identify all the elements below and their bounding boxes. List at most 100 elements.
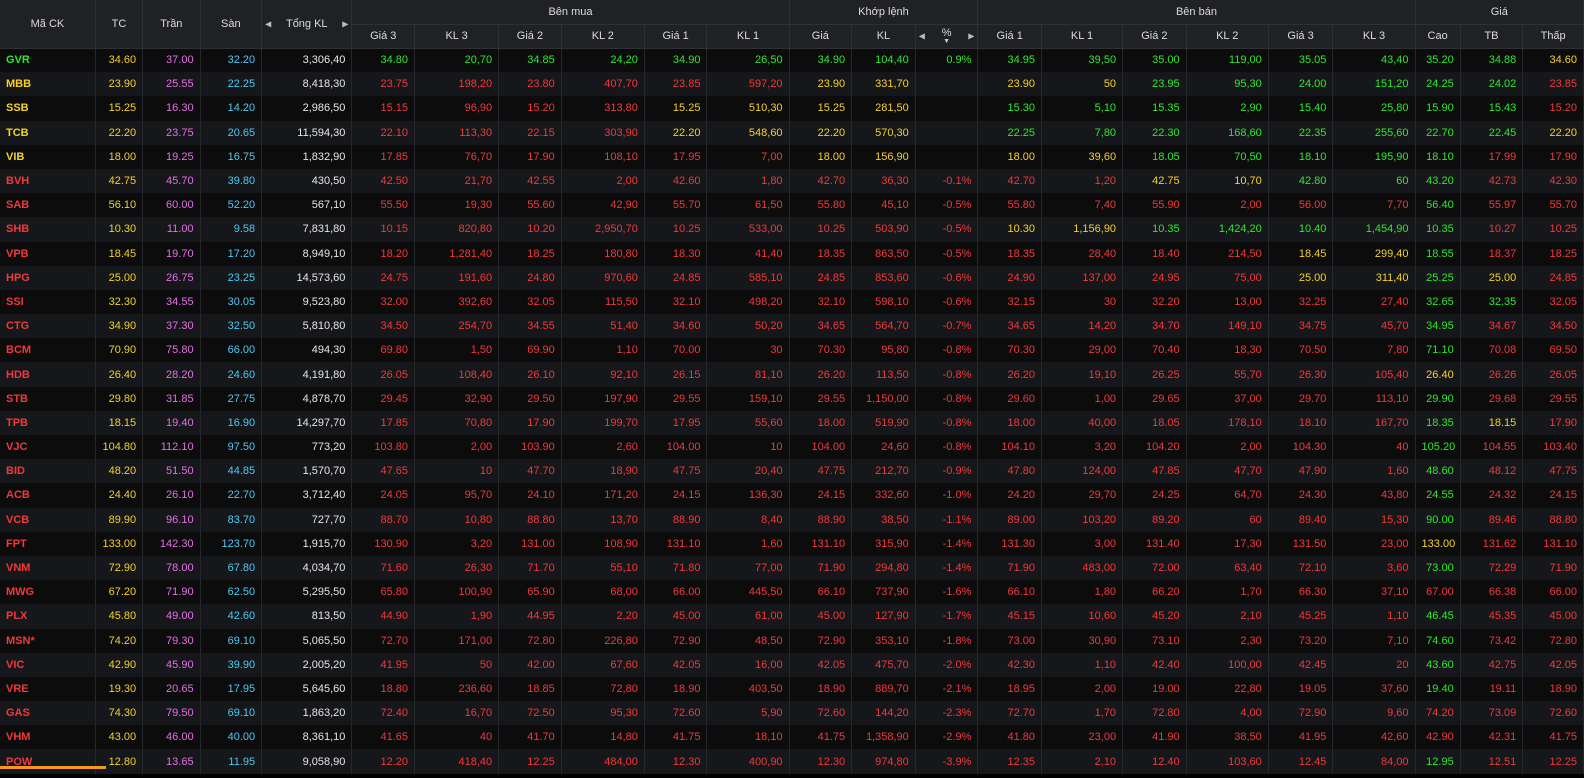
- col-match-pct[interactable]: ◀ % ▼ ▶: [915, 24, 979, 49]
- table-row[interactable]: HPG 25.00 26.75 23.25 14,573,60 24.75 191,60 24…: [0, 265, 1584, 290]
- cell-sym[interactable]: SAB: [0, 193, 96, 218]
- col-buy-vol1[interactable]: KL 1: [706, 24, 790, 49]
- table-row[interactable]: VRE 19.30 20.65 17.95 5,645,60 18.80 236,60 18.…: [0, 676, 1584, 702]
- col-ceil[interactable]: Trần: [142, 0, 201, 49]
- table-row[interactable]: ACB 24.40 26.10 22.70 3,712,40 24.05 95,70 24.1…: [0, 483, 1584, 508]
- sort-desc-icon[interactable]: ▼: [922, 38, 972, 45]
- table-row[interactable]: TPB 18.15 19.40 16.90 14,297,70 17.85 70,80 17.…: [0, 410, 1584, 435]
- col-sell-price3[interactable]: Giá 3: [1268, 24, 1334, 49]
- scroll-left-icon[interactable]: ◀: [265, 19, 271, 28]
- cell-sym[interactable]: TCB: [0, 120, 96, 145]
- table-row[interactable]: GVR 34.60 37.00 32.20 3,306,40 34.80 20,70 34.8…: [0, 48, 1584, 73]
- scroll-right-icon[interactable]: ▶: [342, 19, 348, 28]
- cell-sym[interactable]: HPG: [0, 265, 96, 290]
- table-row[interactable]: BCM 70.90 75.80 66.00 494,30 69.80 1,50 69.90 1,…: [0, 338, 1584, 363]
- cell-b1: 131.10: [644, 531, 708, 556]
- table-row[interactable]: STB 29.80 31.85 27.75 4,878,70 29.45 32,90 29.5…: [0, 386, 1584, 411]
- col-match-vol[interactable]: KL: [851, 24, 916, 49]
- cell-sym[interactable]: VPB: [0, 241, 96, 266]
- cell-sym[interactable]: BVH: [0, 168, 96, 194]
- cell-sym[interactable]: MSN*: [0, 628, 96, 653]
- cell-sym[interactable]: ACB: [0, 483, 96, 508]
- cell-sym[interactable]: SSI: [0, 289, 96, 315]
- table-row[interactable]: VPB 18.45 19.70 17.20 8,949,10 18.20 1,281,40 1…: [0, 241, 1584, 266]
- cell-av: 72.29: [1460, 555, 1524, 581]
- table-row[interactable]: HDB 26.40 28.20 24.60 4,191,80 26.05 108,40 26.…: [0, 362, 1584, 387]
- table-row[interactable]: MSN* 74.20 79.30 69.10 5,065,50 72.70 171,00 72…: [0, 628, 1584, 653]
- col-ref[interactable]: TC: [95, 0, 144, 49]
- table-row[interactable]: VJC 104.80 112.10 97.50 773,20 103.80 2,00 103.…: [0, 435, 1584, 460]
- col-sell-price2[interactable]: Giá 2: [1122, 24, 1187, 49]
- table-row[interactable]: SSI 32.30 34.55 30.05 9,523,80 32.00 392,60 32.…: [0, 289, 1584, 315]
- cell-w1: 30: [1041, 289, 1124, 315]
- cell-v1: 61,50: [706, 193, 790, 218]
- cell-sym[interactable]: VCB: [0, 507, 96, 532]
- cell-sym[interactable]: MBB: [0, 72, 96, 97]
- cell-sym[interactable]: GVR: [0, 48, 96, 73]
- col-buy-vol3[interactable]: KL 3: [414, 24, 500, 49]
- prev-arrow-icon[interactable]: ◀: [919, 32, 925, 41]
- cell-sym[interactable]: SSB: [0, 96, 96, 121]
- cell-sym[interactable]: VIB: [0, 144, 96, 169]
- col-buy-vol2[interactable]: KL 2: [561, 24, 645, 49]
- table-row[interactable]: BVH 42.75 45.70 39.80 430,50 42.50 21,70 42.55 2…: [0, 168, 1584, 194]
- table-row[interactable]: SHB 10.30 11.00 9.58 7,831,80 10.15 820,80 10.2…: [0, 217, 1584, 242]
- table-row[interactable]: VNM 72.90 78.00 67.80 4,034,70 71.60 26,30 71.7…: [0, 555, 1584, 581]
- cell-s3: 18.10: [1268, 144, 1334, 169]
- cell-v2: 72,80: [561, 676, 645, 702]
- cell-sym[interactable]: GAS: [0, 701, 96, 726]
- col-sell-vol2[interactable]: KL 2: [1186, 24, 1269, 49]
- cell-sym[interactable]: CTG: [0, 314, 96, 339]
- cell-sym[interactable]: SHB: [0, 217, 96, 242]
- next-arrow-icon[interactable]: ▶: [968, 32, 974, 41]
- table-row[interactable]: PLX 45.80 49.00 42.60 813,50 44.90 1,90 44.95 2,…: [0, 604, 1584, 629]
- table-row[interactable]: CTG 34.90 37.30 32.50 5,810,80 34.50 254,70 34.…: [0, 314, 1584, 339]
- cell-s1: 89.00: [977, 507, 1042, 532]
- col-sell-vol1[interactable]: KL 1: [1041, 24, 1124, 49]
- table-row[interactable]: POW 12.80 13.65 11.95 9,058,90 12.20 418,40 12.…: [0, 749, 1584, 774]
- table-row[interactable]: GAS 74.30 79.50 69.10 1,863,20 72.40 16,70 72.5…: [0, 701, 1584, 726]
- cell-b3: 55.50: [351, 193, 416, 218]
- cell-sym[interactable]: VNM: [0, 555, 96, 581]
- cell-sym[interactable]: VHM: [0, 725, 96, 750]
- col-total-volume[interactable]: ◀ Tổng KL ▶: [261, 0, 353, 49]
- cell-sym[interactable]: BCM: [0, 338, 96, 363]
- table-row[interactable]: MBB 23.90 25.55 22.25 8,418,30 23.75 198,20 23.…: [0, 72, 1584, 97]
- col-floor[interactable]: Sàn: [200, 0, 263, 49]
- table-row[interactable]: SSB 15.25 16.30 14.20 2,986,50 15.15 96,90 15.2…: [0, 96, 1584, 121]
- table-row[interactable]: VCB 89.90 96.10 83.70 727,70 88.70 10,80 88.80 1…: [0, 507, 1584, 532]
- col-sell-price1[interactable]: Giá 1: [977, 24, 1042, 49]
- cell-sym[interactable]: PLX: [0, 604, 96, 629]
- cell-b2: 24.80: [498, 265, 562, 290]
- cell-sym[interactable]: POW: [0, 749, 96, 774]
- table-row[interactable]: BID 48.20 51.50 44.85 1,570,70 47.65 10 47.70 18…: [0, 459, 1584, 484]
- table-row[interactable]: VHM 43.00 46.00 40.00 8,361,10 41.65 40 41.70 14…: [0, 725, 1584, 750]
- col-buy-price1[interactable]: Giá 1: [644, 24, 708, 49]
- cell-sym[interactable]: STB: [0, 386, 96, 411]
- col-symbol[interactable]: Mã CK: [0, 0, 96, 49]
- cell-sym[interactable]: BID: [0, 459, 96, 484]
- col-buy-price3[interactable]: Giá 3: [351, 24, 416, 49]
- table-row[interactable]: TCB 22.20 23.75 20.65 11,594,30 22.10 113,30 22…: [0, 120, 1584, 145]
- col-buy-price2[interactable]: Giá 2: [498, 24, 562, 49]
- cell-b2: 22.15: [498, 120, 562, 145]
- cell-sym[interactable]: VIC: [0, 652, 96, 677]
- cell-sym[interactable]: TPB: [0, 410, 96, 435]
- col-avg[interactable]: TB: [1460, 24, 1524, 49]
- cell-b3: 26.05: [351, 362, 416, 387]
- table-row[interactable]: VIC 42.90 45.90 39.90 2,005,20 41.95 50 42.00 67…: [0, 652, 1584, 677]
- cell-sym[interactable]: VRE: [0, 676, 96, 702]
- cell-sym[interactable]: VJC: [0, 435, 96, 460]
- cell-w2: 2,10: [1186, 604, 1269, 629]
- col-high[interactable]: Cao: [1415, 24, 1461, 49]
- cell-sym[interactable]: HDB: [0, 362, 96, 387]
- cell-sym[interactable]: FPT: [0, 531, 96, 556]
- cell-sym[interactable]: MWG: [0, 580, 96, 605]
- col-match-price[interactable]: Giá: [789, 24, 853, 49]
- col-sell-vol3[interactable]: KL 3: [1332, 24, 1416, 49]
- table-row[interactable]: VIB 18.00 19.25 16.75 1,832,90 17.85 76,70 17.9…: [0, 144, 1584, 169]
- col-low[interactable]: Thấp: [1522, 24, 1584, 49]
- table-row[interactable]: SAB 56.10 60.00 52.20 567,10 55.50 19,30 55.60 4…: [0, 193, 1584, 218]
- table-row[interactable]: MWG 67.20 71.90 62.50 5,295,50 65.80 100,90 65.…: [0, 580, 1584, 605]
- table-row[interactable]: FPT 133.00 142.30 123.70 1,915,70 130.90 3,20 1…: [0, 531, 1584, 556]
